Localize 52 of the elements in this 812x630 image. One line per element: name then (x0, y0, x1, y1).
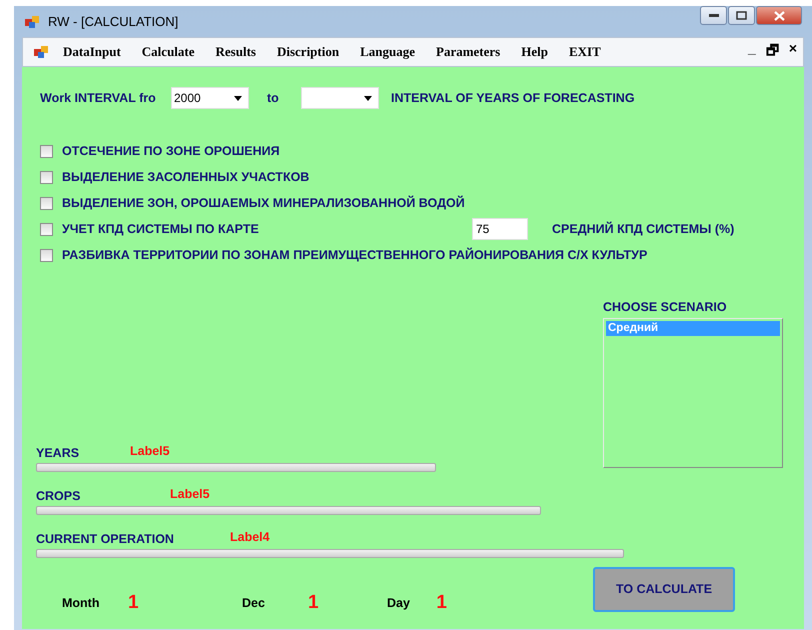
interval-caption: INTERVAL OF YEARS OF FORECASTING (391, 91, 635, 105)
menu-item[interactable]: Help (521, 44, 548, 60)
status-label: Label4 (230, 530, 270, 544)
scenario-title: CHOOSE SCENARIO (603, 300, 728, 314)
app-icon (24, 14, 40, 30)
option-label: ОТСЕЧЕНИЕ ПО ЗОНЕ ОРОШЕНИЯ (62, 144, 280, 158)
app-icon (33, 44, 49, 60)
close-button[interactable] (756, 6, 802, 25)
counter-label: Dec (242, 596, 266, 610)
efficiency-label: СРЕДНИЙ КПД СИСТЕМЫ (%) (552, 222, 734, 236)
counter-label: Day (387, 596, 411, 610)
counter-value: 1 (128, 592, 139, 614)
minimize-icon (708, 14, 718, 18)
maximize-icon (736, 11, 747, 20)
option-label: ВЫДЕЛЕНИЕ ЗОН, ОРОШАЕМЫХ МИНЕРАЛИЗОВАННОЙ ВОДОЙ (62, 196, 465, 210)
calculate-button[interactable]: TO CALCULATE (593, 566, 735, 612)
minimize-button[interactable] (700, 6, 727, 25)
menu-item[interactable]: Parameters (436, 44, 500, 60)
status-label: Label5 (130, 444, 170, 458)
menu-item[interactable]: EXIT (568, 44, 601, 60)
menu-item[interactable]: DataInput (63, 44, 121, 60)
close-icon (774, 10, 784, 20)
option-label: УЧЕТ КПД СИСТЕМЫ ПО КАРТЕ (62, 222, 260, 236)
counter-value: 1 (436, 592, 447, 614)
window-title: RW - [CALCULATION] (48, 14, 178, 29)
progress-label: CROPS (36, 489, 80, 503)
to-label: to (266, 91, 280, 105)
menu-item[interactable]: Discription (276, 44, 340, 60)
from-year-dropdown[interactable]: 2000 (171, 87, 249, 109)
child-window-control[interactable]: × (788, 40, 797, 64)
status-label: Label5 (170, 487, 210, 501)
counter-value: 1 (308, 592, 319, 614)
checkbox[interactable] (40, 144, 53, 158)
counter-label: Month (62, 596, 100, 610)
option-label: ВЫДЕЛЕНИЕ ЗАСОЛЕННЫХ УЧАСТКОВ (62, 170, 310, 184)
checkbox[interactable] (40, 248, 53, 262)
menu-item[interactable]: Calculate (142, 44, 195, 60)
menu-item[interactable]: Results (216, 44, 256, 60)
interval-label: Work INTERVAL fro (40, 91, 157, 105)
efficiency-field[interactable]: 75 (472, 218, 528, 240)
dropdown-arrow-icon (234, 96, 242, 100)
maximize-button[interactable] (728, 6, 755, 25)
checkbox[interactable] (40, 196, 53, 210)
checkbox[interactable] (40, 222, 53, 236)
progress-label: CURRENT OPERATION (36, 532, 174, 546)
progress-label: YEARS (36, 446, 80, 460)
child-window-control[interactable]: _ (748, 40, 756, 64)
checkbox[interactable] (40, 170, 53, 184)
child-window-control[interactable]: 🗗 (766, 40, 779, 64)
option-label: РАЗБИВКА ТЕРРИТОРИИ ПО ЗОНАМ ПРЕИМУЩЕСТВЕННОГО РАЙОНИРОВАНИЯ С/Х КУЛЬТУР (62, 248, 648, 262)
dropdown-arrow-icon (364, 96, 372, 100)
menu-item[interactable]: Language (360, 44, 415, 60)
